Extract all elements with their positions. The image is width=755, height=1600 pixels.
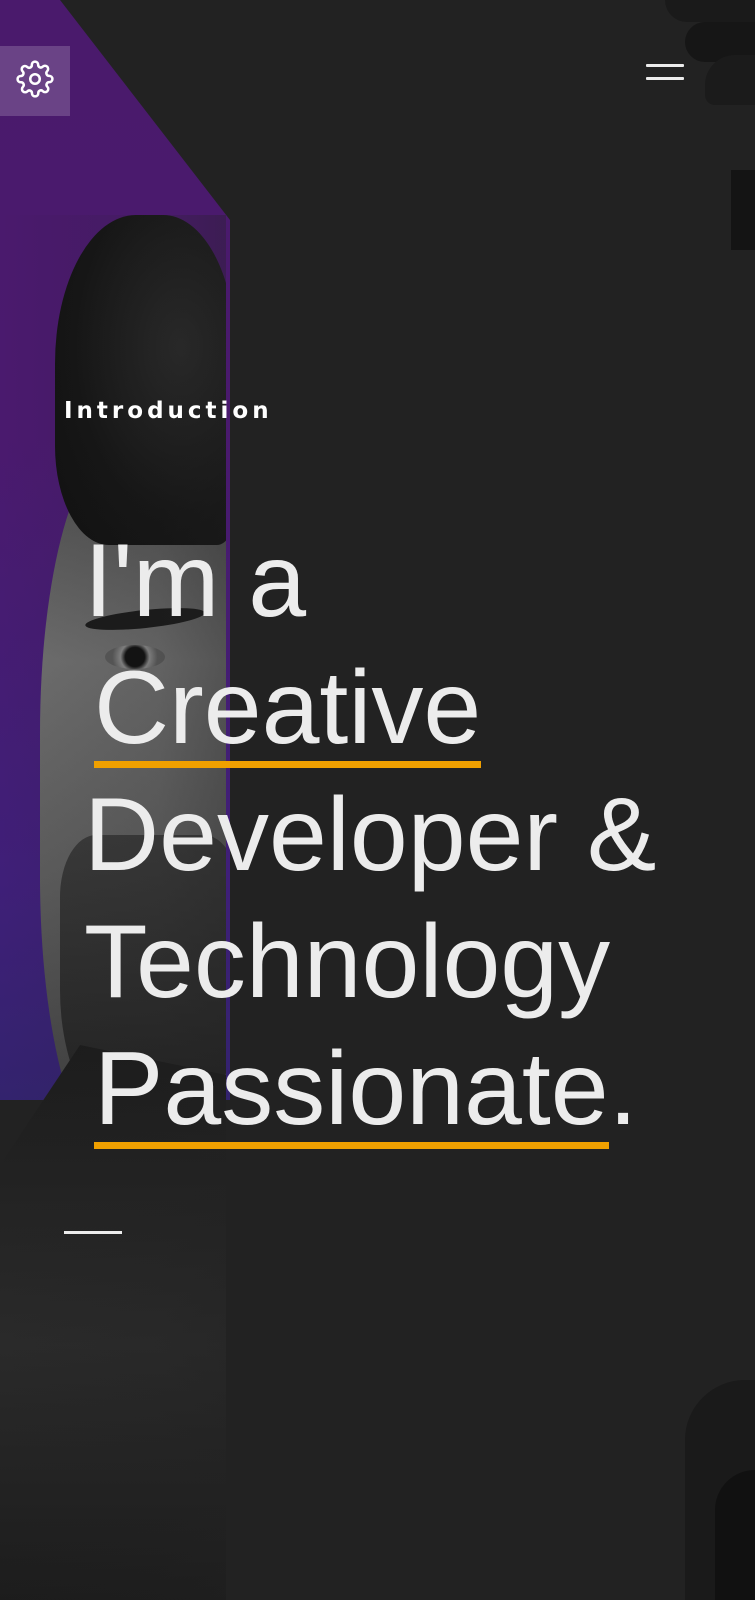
divider-dash — [64, 1231, 122, 1234]
menu-line-bottom — [646, 77, 684, 80]
decorative-3d-shape — [705, 55, 755, 105]
menu-line-top — [646, 64, 684, 67]
settings-button[interactable] — [0, 46, 70, 116]
decorative-3d-shape — [731, 170, 755, 250]
headline-line: Developer & — [84, 777, 657, 893]
headline-period: . — [608, 1031, 638, 1147]
gear-icon — [16, 60, 54, 102]
headline-line: I'm a — [84, 523, 307, 639]
headline-line: Creative — [84, 645, 744, 772]
menu-button[interactable] — [640, 58, 684, 88]
headline-line: Passionate. — [84, 1026, 744, 1153]
highlight-word-passionate: Passionate — [84, 1026, 609, 1153]
highlight-word-creative: Creative — [84, 645, 482, 772]
hero-headline: I'm a Creative Developer & Technology Pa… — [84, 518, 744, 1153]
section-eyebrow: Introduction — [64, 398, 273, 424]
decorative-3d-shape — [665, 0, 755, 22]
headline-line: Technology — [84, 904, 611, 1020]
decorative-3d-shape — [715, 1470, 755, 1600]
